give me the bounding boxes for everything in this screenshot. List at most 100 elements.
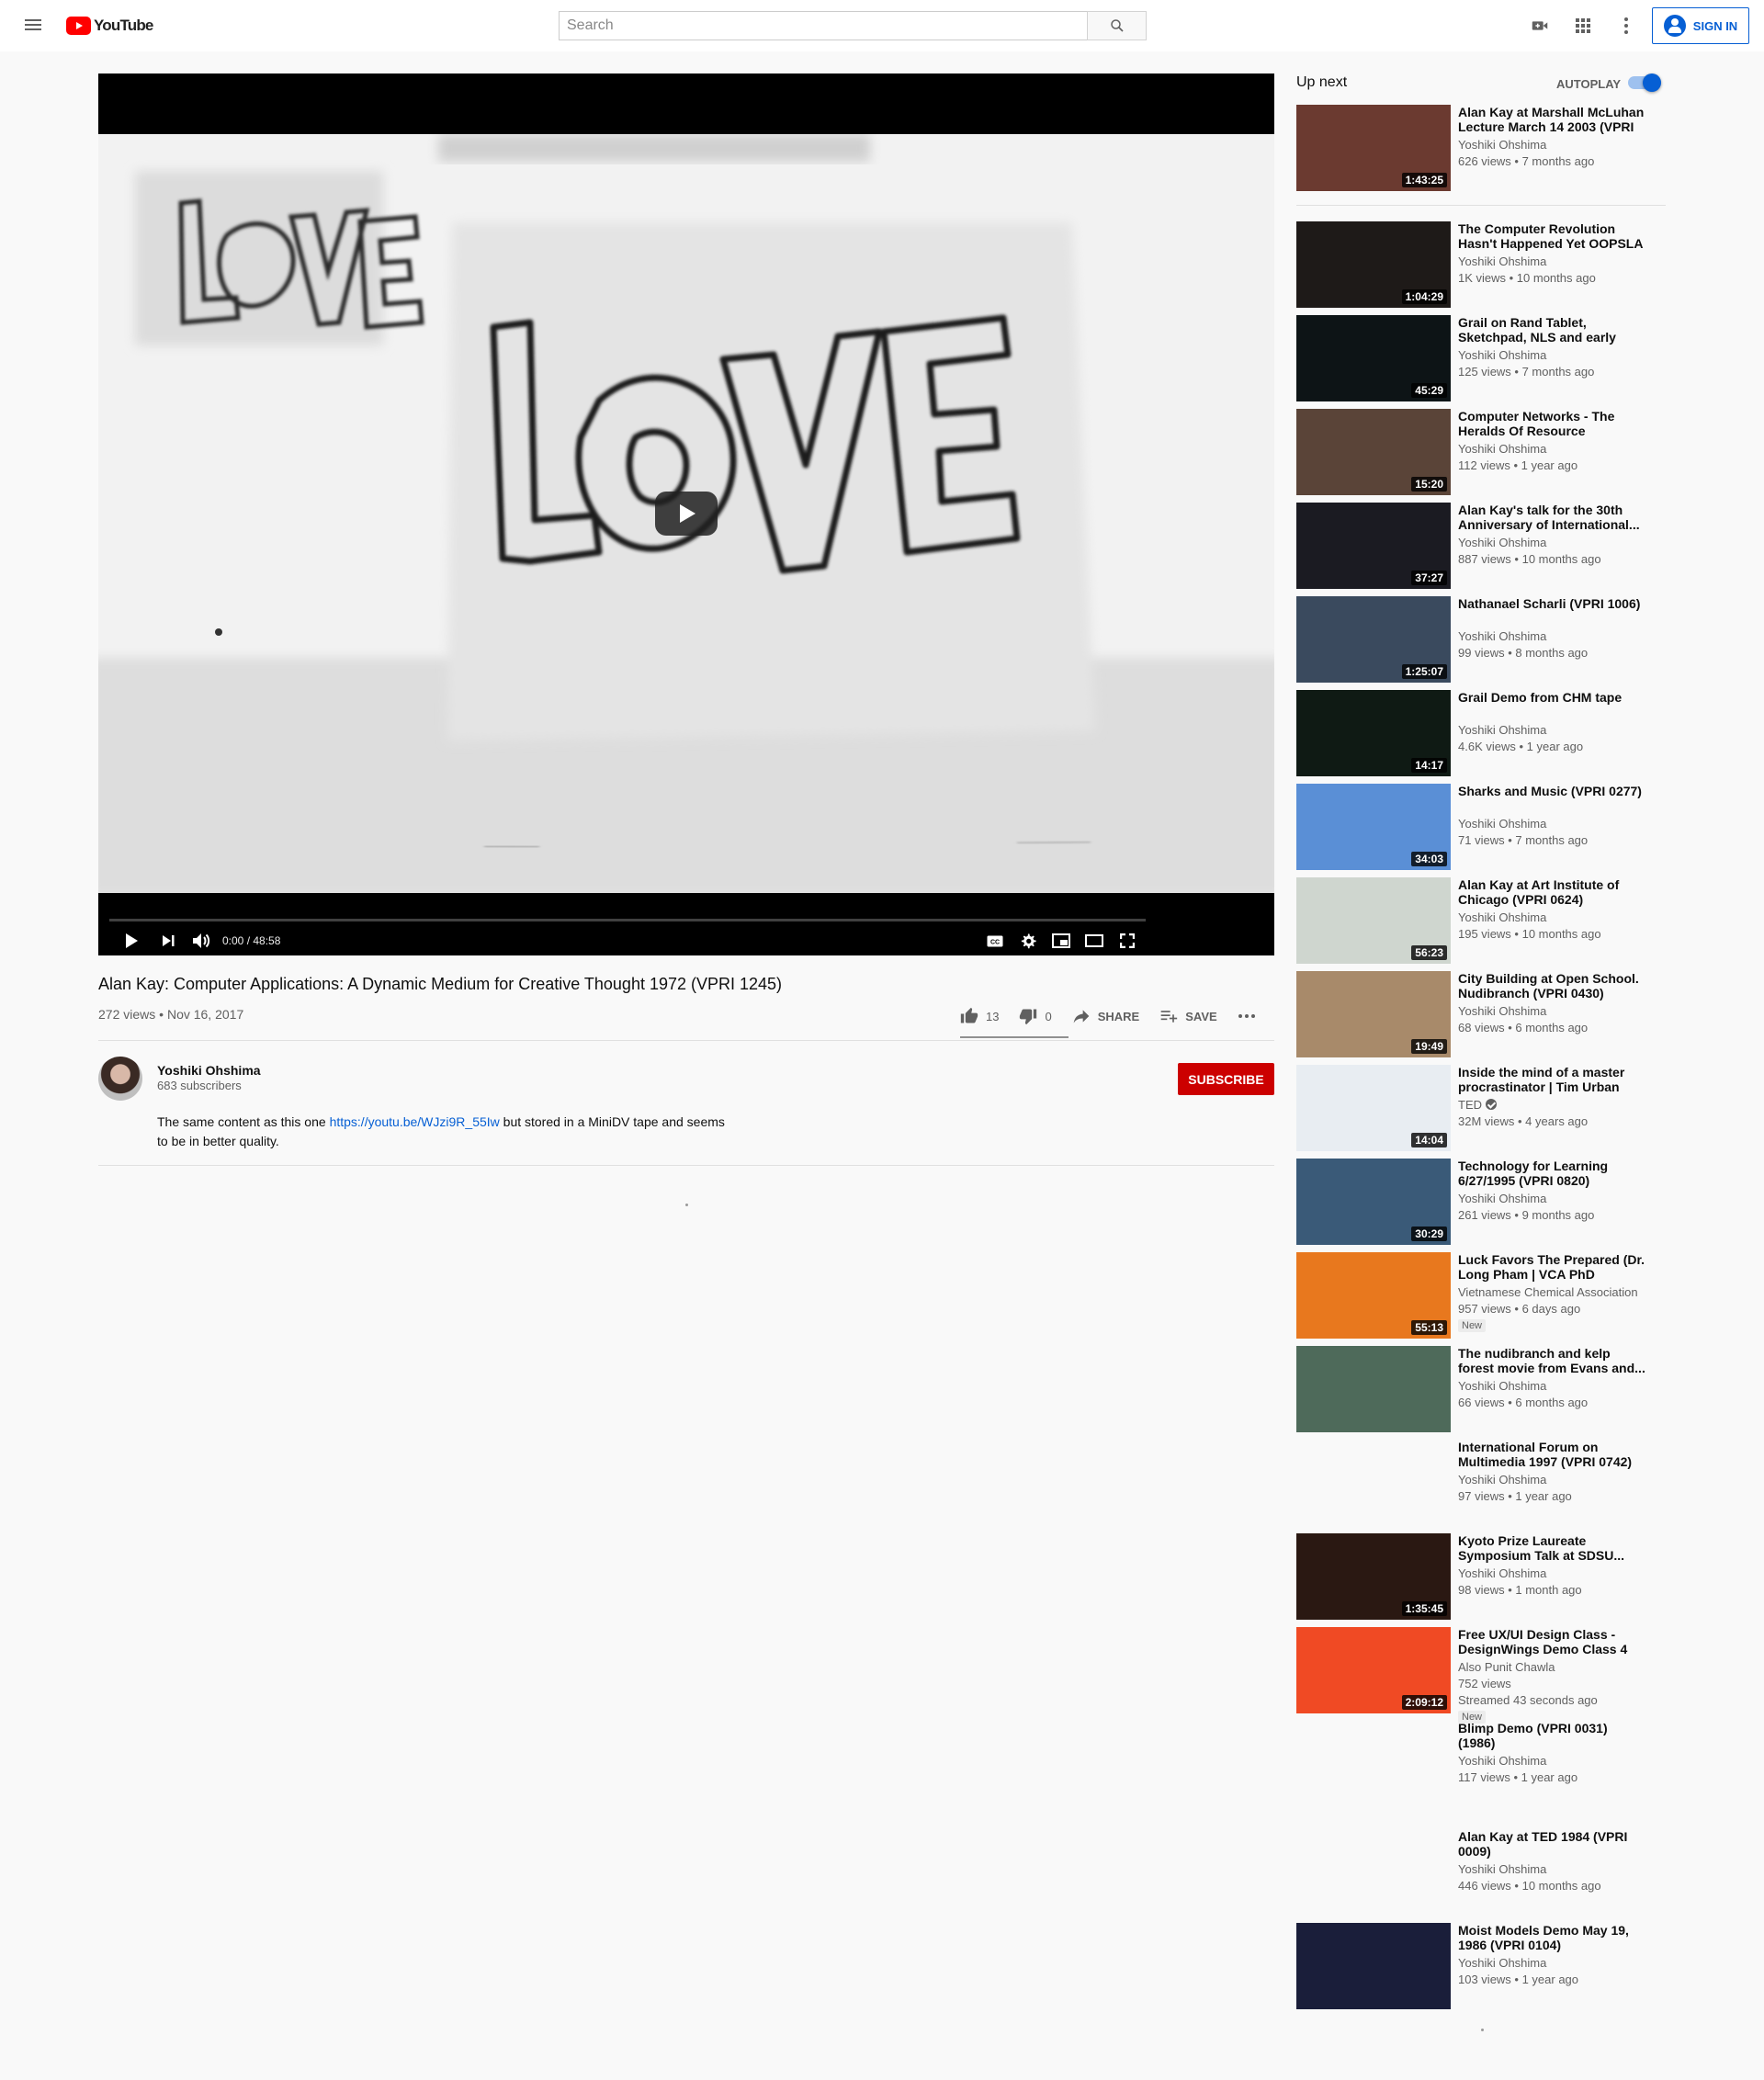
- video-thumbnail[interactable]: 37:27: [1296, 503, 1451, 589]
- video-thumbnail[interactable]: [1296, 1721, 1451, 1807]
- search-input[interactable]: [559, 11, 1087, 40]
- channel-name[interactable]: Yoshiki Ohshima: [1458, 723, 1546, 737]
- channel-name[interactable]: Yoshiki Ohshima: [157, 1063, 261, 1078]
- related-video-card[interactable]: Blimp Demo (VPRI 0031) (1986) Yoshiki Ohs…: [1296, 1721, 1682, 1807]
- video-title[interactable]: Inside the mind of a master procrastinat…: [1458, 1065, 1647, 1094]
- large-play-button[interactable]: [655, 492, 718, 536]
- more-actions-button[interactable]: [1238, 1013, 1256, 1019]
- related-video-card[interactable]: 1:43:25 Alan Kay at Marshall McLuhan Lect…: [1296, 105, 1682, 191]
- related-video-card[interactable]: 1:04:29 The Computer Revolution Hasn't Ha…: [1296, 221, 1682, 308]
- channel-name[interactable]: Yoshiki Ohshima: [1458, 1004, 1546, 1018]
- channel-avatar[interactable]: [98, 1057, 142, 1101]
- channel-name[interactable]: Yoshiki Ohshima: [1458, 1192, 1546, 1205]
- miniplayer-icon[interactable]: [1046, 926, 1076, 955]
- play-icon[interactable]: [117, 926, 146, 955]
- dislike-button[interactable]: 0: [1019, 1007, 1052, 1025]
- video-thumbnail[interactable]: [1296, 1923, 1451, 2009]
- video-title[interactable]: Blimp Demo (VPRI 0031) (1986): [1458, 1721, 1647, 1750]
- like-button[interactable]: 13: [960, 1007, 999, 1025]
- video-title[interactable]: Sharks and Music (VPRI 0277): [1458, 784, 1647, 798]
- video-thumbnail[interactable]: 2:09:12: [1296, 1627, 1451, 1713]
- volume-icon[interactable]: [187, 926, 216, 955]
- video-title[interactable]: Grail Demo from CHM tape: [1458, 690, 1647, 705]
- video-title[interactable]: Nathanael Scharli (VPRI 1006): [1458, 596, 1647, 611]
- related-video-card[interactable]: 14:04 Inside the mind of a master procras…: [1296, 1065, 1682, 1151]
- channel-name[interactable]: Yoshiki Ohshima: [1458, 254, 1546, 268]
- related-video-card[interactable]: 37:27 Alan Kay's talk for the 30th Annive…: [1296, 503, 1682, 589]
- video-thumbnail[interactable]: 14:17: [1296, 690, 1451, 776]
- captions-icon[interactable]: CC: [980, 926, 1010, 955]
- video-title[interactable]: The Computer Revolution Hasn't Happened …: [1458, 221, 1647, 251]
- video-thumbnail[interactable]: 30:29: [1296, 1159, 1451, 1245]
- related-video-card[interactable]: 15:20 Computer Networks - The Heralds Of …: [1296, 409, 1682, 495]
- menu-icon[interactable]: [22, 17, 44, 35]
- channel-name[interactable]: Yoshiki Ohshima: [1458, 1754, 1546, 1768]
- video-thumbnail[interactable]: 55:13: [1296, 1252, 1451, 1339]
- related-video-card[interactable]: The nudibranch and kelp forest movie fro…: [1296, 1346, 1682, 1432]
- video-thumbnail[interactable]: [1296, 1346, 1451, 1432]
- channel-name[interactable]: Yoshiki Ohshima: [1458, 1566, 1546, 1580]
- video-title[interactable]: Alan Kay at Art Institute of Chicago (VP…: [1458, 877, 1647, 907]
- video-title[interactable]: Computer Networks - The Heralds Of Resou…: [1458, 409, 1647, 438]
- video-thumbnail[interactable]: 56:23: [1296, 877, 1451, 964]
- channel-name[interactable]: Also Punit Chawla: [1458, 1660, 1555, 1674]
- video-title[interactable]: Free UX/UI Design Class - DesignWings De…: [1458, 1627, 1647, 1656]
- related-video-card[interactable]: 19:49 City Building at Open School. Nudib…: [1296, 971, 1682, 1057]
- channel-name[interactable]: Vietnamese Chemical Association: [1458, 1285, 1638, 1299]
- video-title[interactable]: Alan Kay at TED 1984 (VPRI 0009): [1458, 1829, 1647, 1859]
- related-video-card[interactable]: Moist Models Demo May 19, 1986 (VPRI 010…: [1296, 1923, 1682, 2009]
- video-thumbnail[interactable]: 15:20: [1296, 409, 1451, 495]
- video-title[interactable]: Alan Kay at Marshall McLuhan Lecture Mar…: [1458, 105, 1647, 134]
- youtube-logo[interactable]: YouTube: [66, 16, 153, 36]
- related-video-card[interactable]: 30:29 Technology for Learning 6/27/1995 (…: [1296, 1159, 1682, 1245]
- theater-icon[interactable]: [1080, 926, 1109, 955]
- video-title[interactable]: Luck Favors The Prepared (Dr. Long Pham …: [1458, 1252, 1647, 1282]
- video-thumbnail[interactable]: 19:49: [1296, 971, 1451, 1057]
- video-title[interactable]: Kyoto Prize Laureate Symposium Talk at S…: [1458, 1533, 1647, 1563]
- more-vert-icon[interactable]: [1615, 15, 1637, 37]
- related-video-card[interactable]: 14:17 Grail Demo from CHM tape Yoshiki Ohs…: [1296, 690, 1682, 776]
- channel-name[interactable]: Yoshiki Ohshima: [1458, 442, 1546, 456]
- video-title[interactable]: City Building at Open School. Nudibranch…: [1458, 971, 1647, 1000]
- next-icon[interactable]: [153, 926, 183, 955]
- settings-icon[interactable]: [1013, 926, 1043, 955]
- related-video-card[interactable]: 34:03 Sharks and Music (VPRI 0277) Yoshiki…: [1296, 784, 1682, 870]
- description-link[interactable]: https://youtu.be/WJzi9R_55Iw: [330, 1114, 500, 1129]
- video-title[interactable]: Technology for Learning 6/27/1995 (VPRI …: [1458, 1159, 1647, 1188]
- video-thumbnail[interactable]: 1:25:07: [1296, 596, 1451, 683]
- related-video-card[interactable]: 56:23 Alan Kay at Art Institute of Chicag…: [1296, 877, 1682, 964]
- channel-name[interactable]: TED: [1458, 1098, 1497, 1112]
- video-thumbnail[interactable]: [1296, 1829, 1451, 1916]
- related-video-card[interactable]: 55:13 Luck Favors The Prepared (Dr. Long …: [1296, 1252, 1682, 1339]
- video-title[interactable]: The nudibranch and kelp forest movie fro…: [1458, 1346, 1647, 1375]
- fullscreen-icon[interactable]: [1113, 926, 1142, 955]
- related-video-card[interactable]: International Forum on Multimedia 1997 (…: [1296, 1440, 1682, 1526]
- apps-icon[interactable]: [1572, 15, 1594, 37]
- video-thumbnail[interactable]: 45:29: [1296, 315, 1451, 401]
- channel-name[interactable]: Yoshiki Ohshima: [1458, 1473, 1546, 1487]
- video-thumbnail[interactable]: 34:03: [1296, 784, 1451, 870]
- channel-name[interactable]: Yoshiki Ohshima: [1458, 348, 1546, 362]
- share-button[interactable]: SHARE: [1072, 1007, 1139, 1025]
- related-video-card[interactable]: Alan Kay at TED 1984 (VPRI 0009) Yoshiki …: [1296, 1829, 1682, 1916]
- channel-name[interactable]: Yoshiki Ohshima: [1458, 1379, 1546, 1393]
- sign-in-button[interactable]: SIGN IN: [1652, 7, 1749, 44]
- related-video-card[interactable]: 45:29 Grail on Rand Tablet, Sketchpad, NL…: [1296, 315, 1682, 401]
- subscribe-button[interactable]: SUBSCRIBE: [1178, 1063, 1274, 1095]
- video-thumbnail[interactable]: 1:04:29: [1296, 221, 1451, 308]
- autoplay-toggle[interactable]: [1628, 73, 1661, 92]
- related-video-card[interactable]: 2:09:12 Free UX/UI Design Class - DesignW…: [1296, 1627, 1682, 1724]
- video-thumbnail[interactable]: 14:04: [1296, 1065, 1451, 1151]
- video-title[interactable]: Moist Models Demo May 19, 1986 (VPRI 010…: [1458, 1923, 1647, 1952]
- progress-bar[interactable]: [109, 919, 1146, 921]
- channel-name[interactable]: Yoshiki Ohshima: [1458, 536, 1546, 549]
- video-thumbnail[interactable]: 1:35:45: [1296, 1533, 1451, 1620]
- create-video-icon[interactable]: [1529, 15, 1551, 37]
- search-button[interactable]: [1087, 11, 1147, 40]
- channel-name[interactable]: Yoshiki Ohshima: [1458, 1956, 1546, 1970]
- video-player[interactable]: 0:00 / 48:58 CC: [98, 73, 1274, 955]
- channel-name[interactable]: Yoshiki Ohshima: [1458, 629, 1546, 643]
- channel-name[interactable]: Yoshiki Ohshima: [1458, 1862, 1546, 1876]
- video-thumbnail[interactable]: 1:43:25: [1296, 105, 1451, 191]
- video-title[interactable]: Alan Kay's talk for the 30th Anniversary…: [1458, 503, 1647, 532]
